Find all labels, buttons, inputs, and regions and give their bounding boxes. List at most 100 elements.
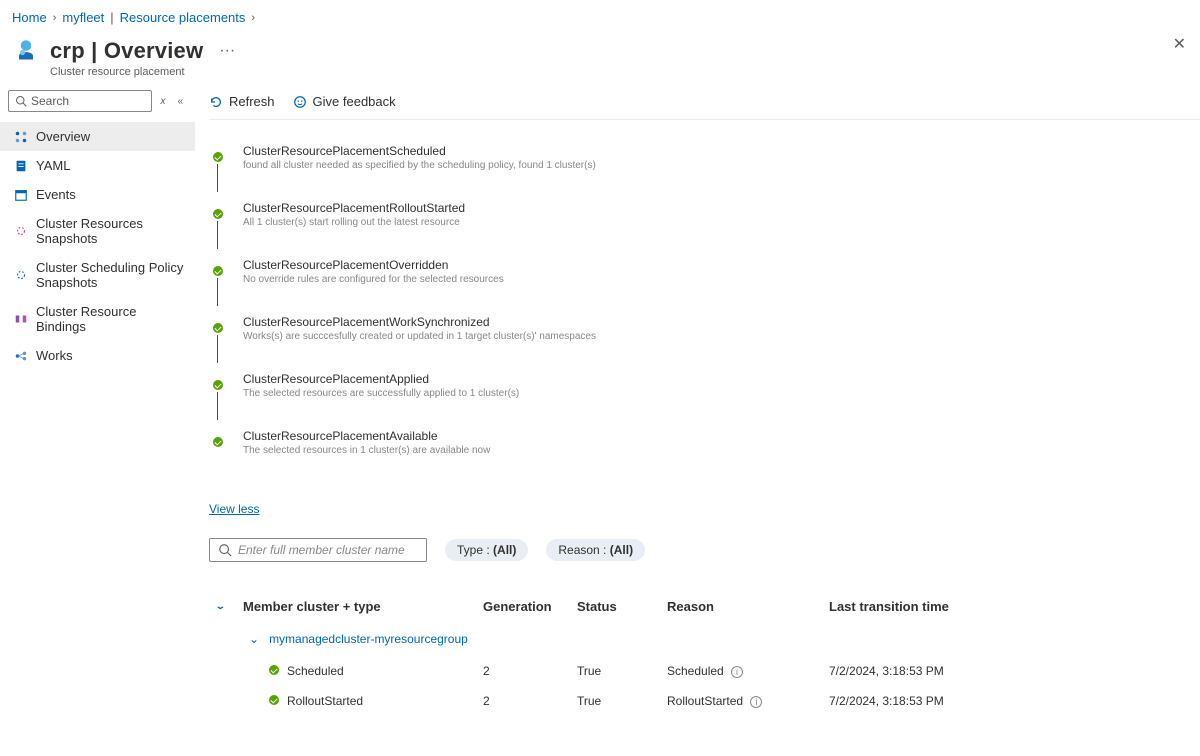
toolbar: Refresh Give feedback — [209, 86, 1200, 120]
cell-status: True — [577, 694, 667, 708]
nav-works-label: Works — [36, 348, 73, 363]
success-icon — [209, 376, 227, 394]
breadcrumb-home[interactable]: Home — [12, 10, 47, 25]
nav-crb[interactable]: Cluster Resource Bindings — [0, 297, 195, 341]
search-icon — [15, 95, 27, 107]
success-icon — [209, 433, 227, 451]
file-icon — [14, 159, 28, 173]
timeline-item: ClusterResourcePlacementWorkSynchronized… — [209, 315, 1200, 342]
feedback-label: Give feedback — [313, 94, 396, 109]
chevron-down-icon: ⌄ — [249, 632, 259, 646]
info-icon[interactable]: i — [750, 696, 762, 708]
timeline-item: ClusterResourcePlacementAvailable The sel… — [209, 429, 1200, 456]
nav-works[interactable]: Works — [0, 341, 195, 370]
page-subtitle: Cluster resource placement — [0, 66, 1200, 78]
timeline-desc: The selected resources in 1 cluster(s) a… — [243, 445, 1200, 456]
col-last-transition[interactable]: Last transition time — [829, 599, 1029, 614]
col-status[interactable]: Status — [577, 599, 667, 614]
title-row: crp | Overview ··· — [0, 31, 1200, 68]
info-icon[interactable]: i — [731, 666, 743, 678]
status-timeline: ClusterResourcePlacementScheduled found a… — [209, 120, 1200, 496]
nav-csps[interactable]: Cluster Scheduling Policy Snapshots — [0, 253, 195, 297]
col-generation[interactable]: Generation — [483, 599, 577, 614]
col-member-cluster[interactable]: Member cluster + type — [243, 599, 483, 614]
expand-all-button[interactable]: ⌄ — [209, 600, 243, 611]
nav-crs[interactable]: Cluster Resources Snapshots — [0, 209, 195, 253]
breadcrumb-sep: | — [110, 10, 113, 25]
filter-reason-label: Reason : — [558, 543, 609, 557]
breadcrumb-section[interactable]: Resource placements — [120, 10, 246, 25]
overview-icon — [14, 130, 28, 144]
success-icon — [209, 262, 227, 280]
nav-overview[interactable]: Overview — [0, 122, 195, 151]
sidebar-collapse-button[interactable]: « — [173, 94, 187, 109]
cell-generation: 2 — [483, 694, 577, 708]
cluster-name-search[interactable]: Enter full member cluster name — [209, 538, 427, 562]
content: Refresh Give feedback ClusterResourcePla… — [195, 86, 1200, 756]
nav-csps-label: Cluster Scheduling Policy Snapshots — [36, 260, 185, 290]
timeline-desc: The selected resources are successfully … — [243, 388, 1200, 399]
snapshot-icon — [14, 224, 28, 238]
timeline-title: ClusterResourcePlacementAvailable — [243, 429, 1200, 443]
search-placeholder: Search — [31, 94, 69, 108]
nav-crs-label: Cluster Resources Snapshots — [36, 216, 185, 246]
refresh-icon — [209, 95, 223, 109]
table-row: RolloutStarted2TrueRolloutStarted i7/2/2… — [209, 686, 1200, 716]
timeline-desc: Works(s) are succcesfully created or upd… — [243, 331, 1200, 342]
search-icon — [218, 543, 232, 557]
more-button[interactable]: ··· — [213, 42, 241, 60]
success-icon — [209, 205, 227, 223]
sidebar-expand-button[interactable]: x — [156, 94, 169, 109]
filter-row: Enter full member cluster name Type : (A… — [209, 538, 1200, 562]
timeline-title: ClusterResourcePlacementScheduled — [243, 144, 1200, 158]
col-reason[interactable]: Reason — [667, 599, 829, 614]
nav-events[interactable]: Events — [0, 180, 195, 209]
cell-reason: RolloutStarted i — [667, 694, 829, 708]
nav-yaml-label: YAML — [36, 158, 70, 173]
table-row: Scheduled2TrueScheduled i7/2/2024, 3:18:… — [209, 656, 1200, 686]
chevron-right-icon: › — [251, 12, 255, 24]
nav-yaml[interactable]: YAML — [0, 151, 195, 180]
timeline-desc: found all cluster needed as specified by… — [243, 160, 1200, 171]
cell-name: Scheduled — [209, 664, 483, 678]
filter-type-pill[interactable]: Type : (All) — [445, 539, 528, 561]
nav-events-label: Events — [36, 187, 76, 202]
filter-type-value: (All) — [493, 543, 516, 557]
cell-name: RolloutStarted — [209, 694, 483, 708]
sidebar-search[interactable]: Search — [8, 90, 152, 112]
cell-status: True — [577, 664, 667, 678]
cluster-search-placeholder: Enter full member cluster name — [238, 543, 405, 557]
nav-crb-label: Cluster Resource Bindings — [36, 304, 185, 334]
table-group-row[interactable]: ⌄ mymanagedcluster-myresourcegroup — [209, 622, 1200, 656]
refresh-button[interactable]: Refresh — [209, 94, 275, 109]
success-icon — [269, 695, 279, 705]
success-icon — [209, 319, 227, 337]
cell-time: 7/2/2024, 3:18:53 PM — [829, 694, 1029, 708]
nav-overview-label: Overview — [36, 129, 90, 144]
group-name: mymanagedcluster-myresourcegroup — [269, 632, 468, 646]
timeline-desc: All 1 cluster(s) start rolling out the l… — [243, 217, 1200, 228]
feedback-button[interactable]: Give feedback — [293, 94, 396, 109]
filter-type-label: Type : — [457, 543, 493, 557]
chevron-right-icon: › — [53, 12, 57, 24]
filter-reason-value: (All) — [610, 543, 633, 557]
timeline-item: ClusterResourcePlacementAppliedThe selec… — [209, 372, 1200, 399]
filter-reason-pill[interactable]: Reason : (All) — [546, 539, 645, 561]
cell-generation: 2 — [483, 664, 577, 678]
timeline-title: ClusterResourcePlacementWorkSynchronized — [243, 315, 1200, 329]
timeline-title: ClusterResourcePlacementOverridden — [243, 258, 1200, 272]
feedback-icon — [293, 95, 307, 109]
page-title: crp | Overview — [50, 38, 203, 64]
table-header: ⌄ Member cluster + type Generation Statu… — [209, 590, 1200, 622]
timeline-desc: No override rules are configured for the… — [243, 274, 1200, 285]
success-icon — [269, 665, 279, 675]
breadcrumb-fleet[interactable]: myfleet — [62, 10, 104, 25]
resource-icon — [12, 35, 40, 66]
timeline-item: ClusterResourcePlacementRolloutStartedAl… — [209, 201, 1200, 228]
refresh-label: Refresh — [229, 94, 275, 109]
close-button[interactable]: ✕ — [1173, 34, 1186, 54]
sidebar-nav: Overview YAML Events Cluster Resources S… — [0, 122, 195, 370]
policy-icon — [14, 268, 28, 282]
sidebar: Search x « Overview YAML Events Cluster … — [0, 86, 195, 756]
view-less-link[interactable]: View less — [209, 496, 259, 534]
